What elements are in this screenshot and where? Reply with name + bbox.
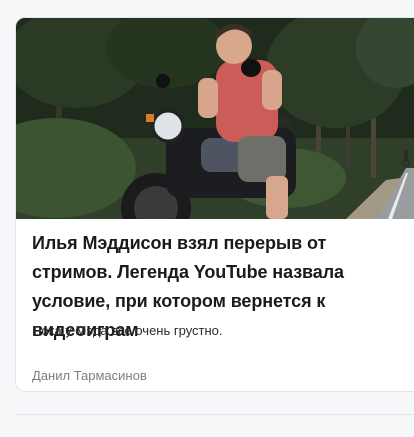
- article-card[interactable]: Илья Мэддисон взял перерыв от стримов. Л…: [15, 17, 414, 392]
- article-lead: Пока у Мэда всё очень грустно.: [32, 323, 223, 338]
- article-photo[interactable]: [16, 18, 414, 219]
- article-author[interactable]: Данил Тармасинов: [32, 367, 147, 385]
- divider: [15, 414, 414, 415]
